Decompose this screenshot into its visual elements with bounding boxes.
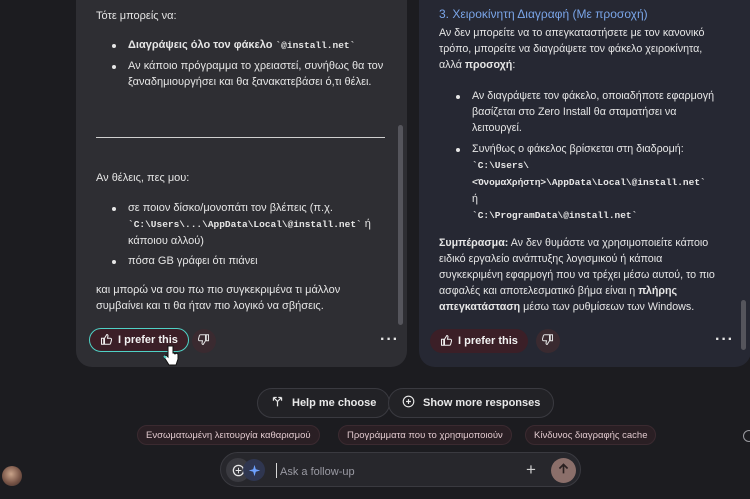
avatar[interactable]	[2, 466, 22, 486]
pointer-cursor-icon	[163, 345, 179, 372]
help-me-choose-button[interactable]: Help me choose	[257, 388, 391, 418]
show-more-responses-button[interactable]: Show more responses	[388, 388, 555, 418]
response-panel-left: Τότε μπορείς να: Διαγράψεις όλο τον φάκε…	[76, 0, 407, 367]
text-caret	[276, 463, 277, 478]
list-item: πόσα GB γράφει ότι πιάνει	[112, 253, 378, 269]
sparkle-icon[interactable]	[243, 459, 265, 481]
suggestion-chip[interactable]: Ενσωματωμένη λειτουργία καθαρισμού	[137, 425, 320, 445]
list-item: σε ποιον δίσκο/μονοπάτι τον βλέπεις (π.χ…	[112, 200, 376, 249]
ask-text: Αν θέλεις, πες μου:	[96, 172, 190, 184]
intro-text: Τότε μπορείς να:	[96, 10, 177, 22]
suggestion-chip[interactable]: Κίνδυνος διαγραφής cache	[525, 425, 657, 445]
send-button[interactable]	[551, 458, 576, 483]
thumbs-up-icon	[440, 334, 453, 349]
add-attachment-icon[interactable]: +	[526, 460, 536, 480]
list-item: Αν κάποιο πρόγραμμα το χρειαστεί, συνήθω…	[112, 58, 386, 90]
thumbs-down-button[interactable]	[192, 329, 216, 353]
list-item: Συνήθως ο φάκελος βρίσκεται στη διαδρομή…	[456, 141, 717, 224]
arrow-up-icon	[557, 462, 570, 480]
scrollbar[interactable]	[741, 300, 746, 350]
more-options-icon[interactable]: ···	[380, 331, 399, 349]
thumbs-down-button[interactable]	[536, 329, 560, 353]
thumbs-down-icon	[197, 333, 210, 349]
list-item: Διαγράψεις όλο τον φάκελο `@install.net`	[112, 37, 378, 54]
thumbs-down-icon	[541, 333, 554, 349]
plus-circle-icon	[402, 395, 415, 411]
more-options-icon[interactable]: ···	[715, 331, 734, 349]
suggestion-chip[interactable]: Προγράμματα που το χρησιμοποιούν	[338, 425, 512, 445]
section-heading: 3. Χειροκίνητη Διαγραφή (Με προσοχή)	[439, 7, 648, 21]
follow-up-bar: +	[220, 452, 581, 487]
intro-text: Αν δεν μπορείτε να το απεγκαταστήσετε με…	[439, 27, 705, 71]
list-item: Αν διαγράψετε τον φάκελο, οποιαδήποτε εφ…	[456, 88, 717, 136]
scrollbar[interactable]	[398, 125, 403, 325]
prefer-button[interactable]: I prefer this	[430, 329, 528, 353]
thumbs-up-icon	[100, 333, 113, 348]
summary-text: Συμπέρασμα: Αν δεν θυμάστε να χρησιμοποι…	[439, 237, 715, 313]
choose-icon	[271, 395, 284, 411]
follow-up-input[interactable]	[278, 461, 512, 482]
closing-text: και μπορώ να σου πω πιο συγκεκριμένα τι …	[96, 284, 341, 312]
divider	[96, 137, 385, 138]
scroll-indicator-icon[interactable]	[743, 430, 750, 442]
response-panel-right: 3. Χειροκίνητη Διαγραφή (Με προσοχή) Αν …	[419, 0, 750, 367]
